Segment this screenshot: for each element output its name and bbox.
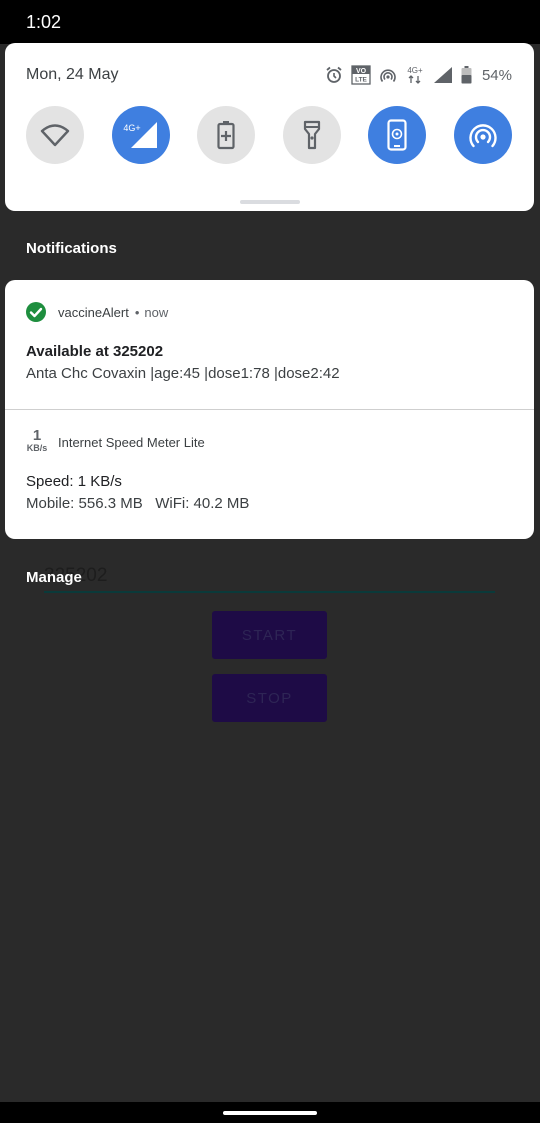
notification-app-row: vaccineAlert • now bbox=[26, 301, 168, 323]
qs-tiles: 4G+ bbox=[5, 106, 534, 164]
network-4g-icon: 4G+ bbox=[405, 65, 425, 85]
battery-saver-icon bbox=[217, 121, 235, 150]
signal-icon bbox=[433, 66, 453, 84]
start-button[interactable]: START bbox=[212, 611, 327, 659]
status-time: 1:02 bbox=[26, 12, 62, 32]
notification-text: Mobile: 556.3 MB WiFi: 40.2 MB bbox=[26, 495, 250, 512]
battery-percent: 54% bbox=[481, 66, 512, 84]
notification-card: vaccineAlert • now Available at 325202 A… bbox=[5, 280, 534, 539]
svg-text:4G+: 4G+ bbox=[123, 123, 140, 133]
qs-date[interactable]: Mon, 24 May bbox=[26, 66, 118, 84]
alarm-icon bbox=[325, 66, 343, 84]
mobile-data-icon: 4G+ bbox=[123, 122, 157, 148]
notification-time: now bbox=[144, 304, 169, 320]
speed-icon-number: 1 bbox=[32, 427, 42, 444]
notification-app-row: Internet Speed Meter Lite bbox=[58, 431, 205, 453]
mobile-data-tile[interactable]: 4G+ bbox=[112, 106, 170, 164]
svg-text:VO: VO bbox=[356, 68, 367, 75]
quick-settings-panel: Mon, 24 May VO LTE 4G+ 54% 4G+ bbox=[5, 43, 534, 211]
auto-rotate-icon bbox=[387, 119, 407, 151]
stop-button[interactable]: STOP bbox=[212, 674, 327, 722]
battery-saver-tile[interactable] bbox=[197, 106, 255, 164]
wifi-tile[interactable] bbox=[26, 106, 84, 164]
flashlight-tile[interactable] bbox=[283, 106, 341, 164]
battery-icon bbox=[461, 66, 472, 84]
hotspot-icon bbox=[469, 124, 497, 148]
hotspot-tile[interactable] bbox=[454, 106, 512, 164]
qs-status-icons: VO LTE 4G+ 54% bbox=[325, 64, 512, 86]
check-circle-icon bbox=[26, 302, 46, 322]
notification-text: Anta Chc Covaxin |age:45 |dose1:78 |dose… bbox=[26, 365, 340, 382]
qs-drag-handle[interactable] bbox=[240, 200, 300, 204]
notification-app-name: Internet Speed Meter Lite bbox=[58, 434, 205, 450]
home-gesture-handle[interactable] bbox=[223, 1111, 317, 1115]
volte-icon: VO LTE bbox=[351, 65, 371, 85]
manage-notifications-button[interactable]: Manage bbox=[26, 569, 82, 586]
auto-rotate-tile[interactable] bbox=[368, 106, 426, 164]
speed-meter-icon: 1 KB/s bbox=[22, 428, 52, 456]
speed-icon-unit: KB/s bbox=[26, 443, 48, 453]
notification-app-name: vaccineAlert bbox=[58, 304, 129, 320]
svg-text:4G+: 4G+ bbox=[407, 66, 423, 75]
notification-separator: • bbox=[134, 304, 140, 320]
notification-title: Speed: 1 KB/s bbox=[26, 473, 122, 490]
wifi-icon bbox=[40, 124, 70, 147]
navigation-bar bbox=[0, 1102, 540, 1123]
notifications-header: Notifications bbox=[26, 240, 117, 257]
svg-text:LTE: LTE bbox=[355, 77, 367, 84]
hotspot-status-icon bbox=[379, 66, 397, 84]
status-bar: 1:02 bbox=[0, 0, 540, 44]
notification-divider bbox=[5, 409, 534, 410]
flashlight-icon bbox=[303, 120, 321, 150]
notification-title: Available at 325202 bbox=[26, 343, 164, 360]
pincode-input-underline bbox=[44, 591, 495, 593]
